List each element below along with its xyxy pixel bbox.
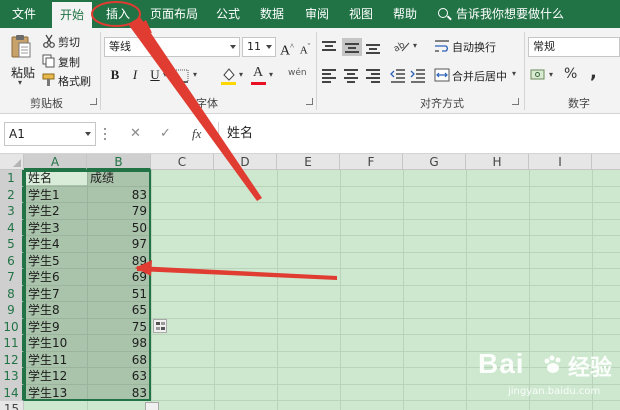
arrowhead-selection (135, 260, 152, 276)
baidu-watermark: Bai 经验 jingyan.baidu.com (478, 348, 618, 408)
watermark-brand-cn: 经验 (568, 356, 613, 381)
paw-logo-icon (544, 355, 561, 373)
watermark-brand: Bai (478, 348, 525, 379)
watermark-url: jingyan.baidu.com (508, 386, 601, 397)
arrow-to-insert-tab (128, 17, 262, 201)
excel-window: 文件 开始 插入 页面布局 公式 数据 审阅 视图 帮助 告诉我你想要做什么 粘… (0, 0, 620, 410)
arrow-to-selection (137, 266, 337, 280)
